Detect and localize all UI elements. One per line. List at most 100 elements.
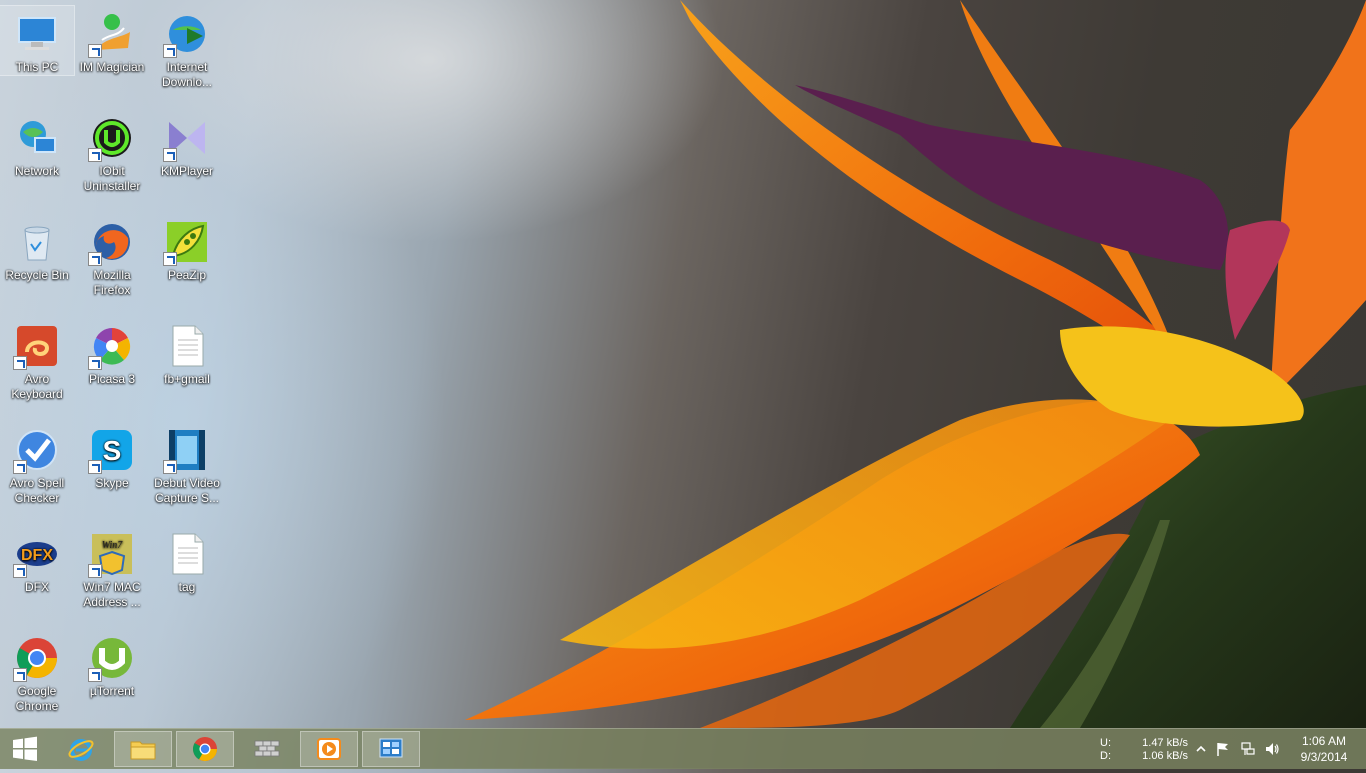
desktop-icon-label: Skype <box>95 476 129 490</box>
internet-explorer-icon <box>68 739 94 761</box>
download-label: D: <box>1100 750 1111 762</box>
desktop-icon-label: Win7 MAC Address ... <box>83 580 141 609</box>
media-player-taskbar-button[interactable] <box>300 731 358 767</box>
debut-video-capture-icon <box>163 426 211 474</box>
download-speed: 1.06 kB/s <box>1142 750 1188 762</box>
win7-mac-address-icon: Win7 <box>88 530 136 578</box>
shortcut-arrow-icon <box>88 460 102 474</box>
desktop-icon-kmplayer[interactable]: KMPlayer <box>150 110 224 179</box>
desktop-icon-picasa-3[interactable]: Picasa 3 <box>75 318 149 387</box>
recycle-bin-icon <box>13 218 61 266</box>
start-button[interactable] <box>0 731 50 767</box>
desktop-icon-avro-spell-checker[interactable]: Avro Spell Checker <box>0 422 74 506</box>
desktop-icon-label: Google Chrome <box>15 684 59 713</box>
windows-logo-icon <box>13 736 37 761</box>
shortcut-arrow-icon <box>13 460 27 474</box>
show-hidden-icons-chevron-icon[interactable] <box>1193 741 1209 757</box>
desktop-icon-label: PeaZip <box>167 268 207 282</box>
shortcut-arrow-icon <box>88 148 102 162</box>
network-status-icon[interactable] <box>1240 741 1256 757</box>
desktop-icon-recycle-bin[interactable]: Recycle Bin <box>0 214 74 283</box>
svg-text:Win7: Win7 <box>102 540 124 551</box>
volume-icon[interactable] <box>1264 741 1280 757</box>
desktop-icon-label: DFX <box>25 580 49 594</box>
shortcut-arrow-icon <box>88 668 102 682</box>
shortcut-arrow-icon <box>163 148 177 162</box>
firewall-taskbar-button[interactable] <box>238 731 296 767</box>
desktop-icon-win7-mac-address[interactable]: Win7 Win7 MAC Address ... <box>75 526 149 610</box>
clock-time: 1:06 AM <box>1301 734 1347 748</box>
avro-keyboard-icon <box>13 322 61 370</box>
shortcut-arrow-icon <box>163 44 177 58</box>
desktop-icon-label: µTorrent <box>89 684 135 698</box>
desktop-icon-label: Avro Spell Checker <box>9 476 65 505</box>
desktop-icon-peazip[interactable]: PeaZip <box>150 214 224 283</box>
shortcut-arrow-icon <box>13 564 27 578</box>
clock-date: 9/3/2014 <box>1300 750 1348 764</box>
desktop-icon-debut-video-capture-s[interactable]: Debut Video Capture S... <box>150 422 224 506</box>
desktop-icon-µtorrent[interactable]: µTorrent <box>75 630 149 699</box>
iobit-uninstaller-icon <box>88 114 136 162</box>
folder-icon <box>130 741 156 760</box>
desktop-icon-skype[interactable]: S Skype <box>75 422 149 491</box>
desktop-icon-label: Mozilla Firefox <box>93 268 131 297</box>
utorrent-icon <box>88 634 136 682</box>
system-clock[interactable]: 1:06 AM 9/3/2014 <box>1292 729 1356 773</box>
desktop-icon-label: Picasa 3 <box>88 372 136 386</box>
peazip-icon <box>163 218 211 266</box>
shortcut-arrow-icon <box>88 252 102 266</box>
chrome-icon <box>192 737 217 762</box>
desktop-icon-label: Internet Downlo... <box>161 60 213 89</box>
avro-spell-checker-icon <box>13 426 61 474</box>
desktop-icon-label: This PC <box>15 60 59 74</box>
svg-text:DFX: DFX <box>21 547 53 564</box>
desktop-icon-label: KMPlayer <box>160 164 213 178</box>
shortcut-arrow-icon <box>163 252 177 266</box>
desktop-icon-fb-gmail[interactable]: fb+gmail <box>150 318 224 387</box>
desktop-icon-iobit-uninstaller[interactable]: IObit Uninstaller <box>75 110 149 194</box>
shortcut-arrow-icon <box>13 668 27 682</box>
desktop-icon-internet-downlo[interactable]: Internet Downlo... <box>150 6 224 90</box>
upload-speed: 1.47 kB/s <box>1142 737 1188 749</box>
media-player-icon <box>317 738 341 760</box>
skype-icon: S <box>88 426 136 474</box>
desktop-icon-dfx[interactable]: DFX DFX <box>0 526 74 595</box>
desktop-icon-mozilla-firefox[interactable]: Mozilla Firefox <box>75 214 149 298</box>
brick-wall-icon <box>254 740 280 757</box>
control-panel-taskbar-button[interactable] <box>362 731 420 767</box>
internet-download-manager-icon <box>163 10 211 58</box>
svg-text:S: S <box>103 435 122 466</box>
desktop-icon-label: Avro Keyboard <box>11 372 63 401</box>
chrome-icon <box>13 634 61 682</box>
shortcut-arrow-icon <box>88 356 102 370</box>
desktop-icon-tag[interactable]: tag <box>150 526 224 595</box>
shortcut-arrow-icon <box>163 460 177 474</box>
dfx-icon: DFX <box>13 530 61 578</box>
network-speed-monitor[interactable]: U: 1.47 kB/s D: 1.06 kB/s <box>1100 729 1190 769</box>
kmplayer-icon <box>163 114 211 162</box>
control-panel-icon <box>379 738 403 758</box>
desktop-icon-im-magician[interactable]: IM Magician <box>75 6 149 75</box>
shortcut-arrow-icon <box>88 44 102 58</box>
desktop-icon-google-chrome[interactable]: Google Chrome <box>0 630 74 714</box>
desktop-icon-label: Recycle Bin <box>5 268 69 282</box>
file-explorer-button[interactable] <box>114 731 172 767</box>
action-center-flag-icon[interactable] <box>1215 741 1231 757</box>
desktop-icon-network[interactable]: Network <box>0 110 74 179</box>
desktop-icon-avro-keyboard[interactable]: Avro Keyboard <box>0 318 74 402</box>
network-icon <box>13 114 61 162</box>
desktop-icon-this-pc[interactable]: This PC <box>0 5 75 76</box>
picasa-icon <box>88 322 136 370</box>
firefox-icon <box>88 218 136 266</box>
internet-explorer-button[interactable] <box>52 731 110 767</box>
desktop-icon-label: IM Magician <box>79 60 145 74</box>
shortcut-arrow-icon <box>13 356 27 370</box>
upload-label: U: <box>1100 737 1111 749</box>
chrome-taskbar-button[interactable] <box>176 731 234 767</box>
desktop-icon-label: IObit Uninstaller <box>83 164 141 193</box>
desktop-icon-label: Debut Video Capture S... <box>154 476 220 505</box>
taskbar: U: 1.47 kB/s D: 1.06 kB/s 1:06 AM 9/3/20… <box>0 728 1366 769</box>
desktop-icon-label: Network <box>14 164 59 178</box>
im-magician-icon <box>88 10 136 58</box>
shortcut-arrow-icon <box>88 564 102 578</box>
